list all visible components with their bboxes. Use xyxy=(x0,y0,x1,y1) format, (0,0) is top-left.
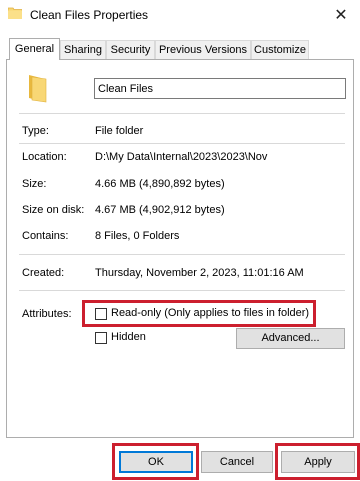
general-tab-panel xyxy=(6,59,354,438)
separator xyxy=(19,290,345,291)
folder-icon xyxy=(8,7,22,19)
attributes-label: Attributes: xyxy=(22,308,72,320)
size-label: Size: xyxy=(22,178,47,190)
location-value: D:\My Data\Internal\2023\2023\Nov xyxy=(95,151,268,163)
readonly-checkbox[interactable] xyxy=(95,308,107,320)
close-button[interactable]: ✕ xyxy=(326,2,356,30)
tab-sharing[interactable]: Sharing xyxy=(60,40,106,59)
folder-name-input[interactable] xyxy=(94,78,346,99)
tab-customize[interactable]: Customize xyxy=(251,40,309,59)
folder-large-icon xyxy=(29,75,47,103)
tab-previous-versions[interactable]: Previous Versions xyxy=(155,40,251,59)
size-on-disk-value: 4.67 MB (4,902,912 bytes) xyxy=(95,204,225,216)
created-label: Created: xyxy=(22,267,65,279)
location-label: Location: xyxy=(22,151,67,163)
tab-general[interactable]: General xyxy=(9,38,60,60)
window-title: Clean Files Properties xyxy=(30,8,149,22)
tab-security[interactable]: Security xyxy=(106,40,155,59)
ok-button[interactable]: OK xyxy=(119,451,193,473)
separator xyxy=(19,143,345,144)
separator xyxy=(19,254,345,255)
hidden-checkbox[interactable] xyxy=(95,332,107,344)
readonly-label[interactable]: Read-only (Only applies to files in fold… xyxy=(111,307,309,319)
contains-label: Contains: xyxy=(22,230,69,242)
size-on-disk-label: Size on disk: xyxy=(22,204,85,216)
advanced-button[interactable]: Advanced... xyxy=(236,328,345,349)
apply-button[interactable]: Apply xyxy=(281,451,355,473)
cancel-button[interactable]: Cancel xyxy=(201,451,273,473)
type-value: File folder xyxy=(95,125,144,137)
contains-value: 8 Files, 0 Folders xyxy=(95,230,180,242)
type-label: Type: xyxy=(22,125,49,137)
size-value: 4.66 MB (4,890,892 bytes) xyxy=(95,178,225,190)
hidden-label[interactable]: Hidden xyxy=(111,331,146,343)
separator xyxy=(19,113,345,114)
created-value: Thursday, November 2, 2023, 11:01:16 AM xyxy=(95,267,304,279)
close-icon: ✕ xyxy=(334,7,348,24)
